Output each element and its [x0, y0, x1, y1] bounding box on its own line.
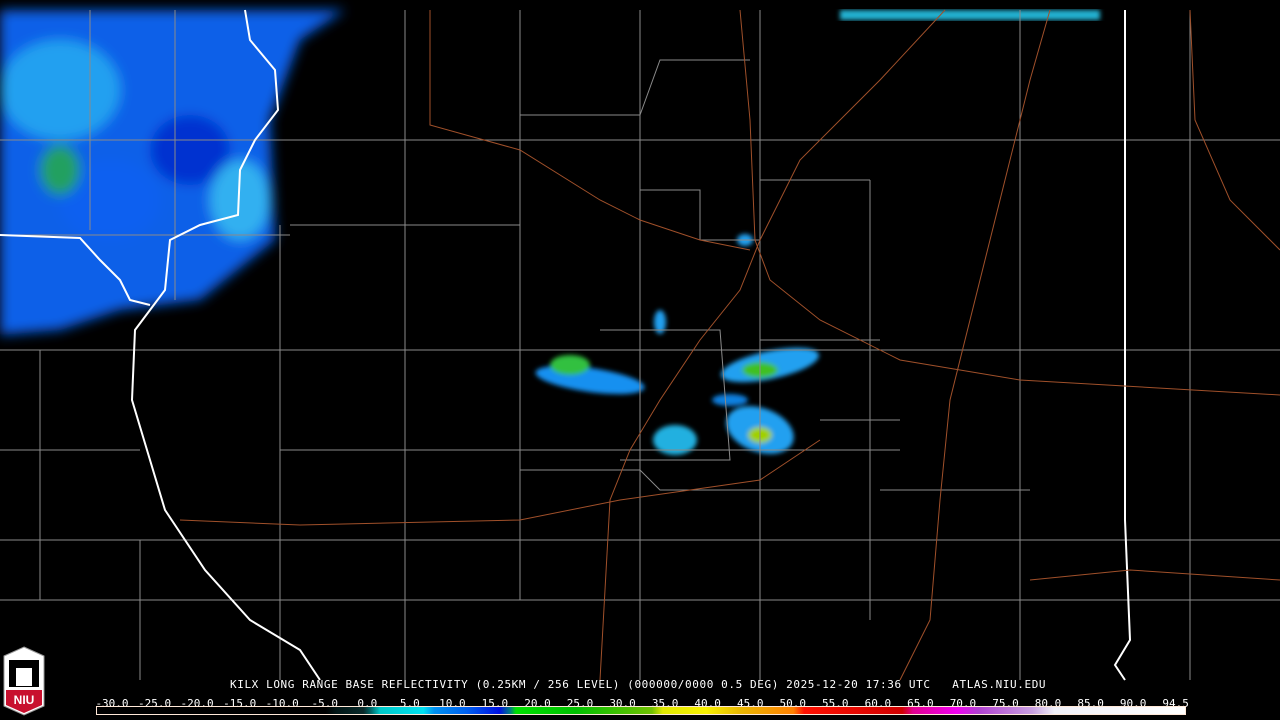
precip-northwest [0, 10, 345, 335]
reflectivity-colorbar [96, 706, 1186, 715]
product-title: KILX LONG RANGE BASE REFLECTIVITY (0.25K… [230, 678, 1047, 691]
precip-north-edge [840, 10, 1100, 20]
radar-map [0, 9, 1280, 681]
radar-clutter-center [535, 234, 819, 455]
svg-text:NIU: NIU [14, 693, 35, 707]
niu-logo: NIU [3, 646, 45, 716]
highways [179, 9, 1280, 681]
